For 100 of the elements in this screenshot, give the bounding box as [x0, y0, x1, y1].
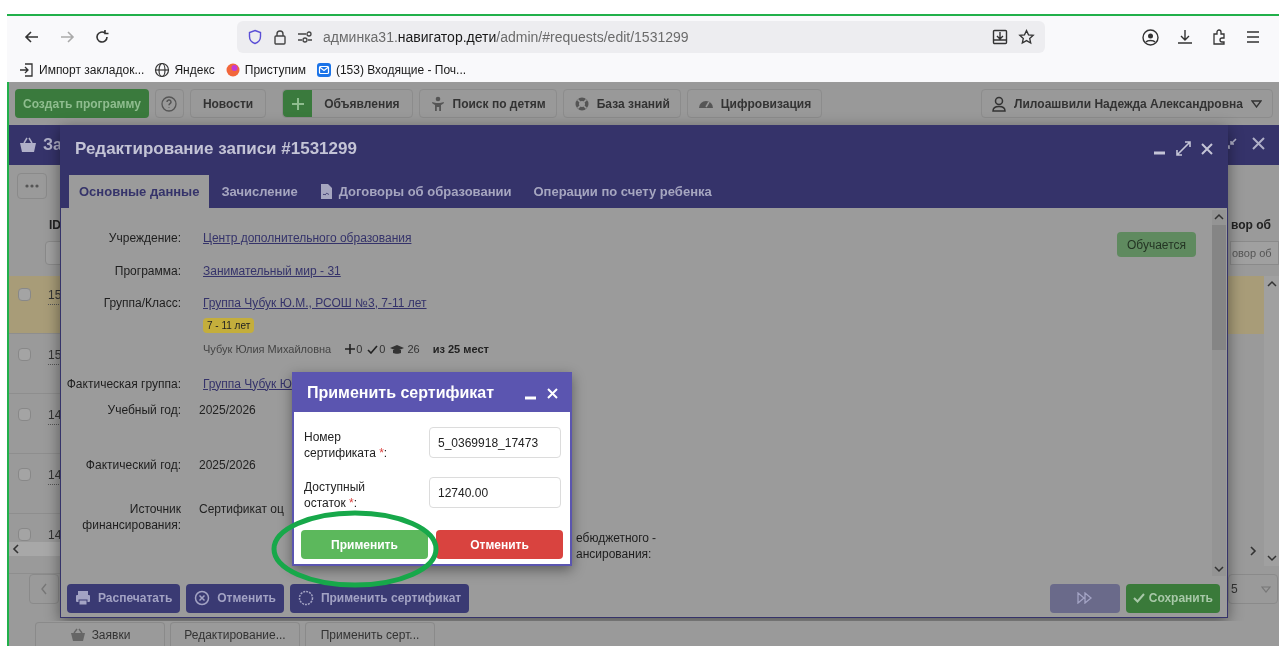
check-icon — [1132, 593, 1145, 603]
scroll-up-icon — [1214, 213, 1224, 220]
chevron-left-icon — [40, 583, 48, 595]
plus-icon — [345, 344, 356, 355]
field-label: Фактическая группа: — [65, 375, 181, 392]
row-checkbox[interactable] — [18, 528, 31, 541]
taskbar-button[interactable]: Заявки — [35, 622, 165, 646]
taskbar-button[interactable]: Применить серт... — [305, 622, 435, 646]
row-checkbox[interactable] — [18, 468, 31, 481]
scroll-down-icon — [1266, 555, 1277, 562]
dialog-title: Редактирование записи #1531299 — [75, 137, 357, 160]
bookmark-item[interactable]: Яндекс — [154, 61, 215, 79]
basket-icon — [19, 137, 37, 153]
column-header: ID — [49, 217, 61, 234]
graduation-cap-icon — [390, 344, 405, 355]
globe-icon — [154, 62, 171, 78]
field-label: Учреждение: — [107, 230, 181, 246]
toolbar-button[interactable]: База знаний — [562, 89, 681, 118]
caret-icon — [1261, 585, 1271, 593]
envelope-icon — [315, 62, 332, 78]
user-icon — [992, 95, 1007, 112]
scroll-up-icon — [1266, 280, 1277, 287]
help-button[interactable] — [154, 89, 184, 118]
cancel-icon — [194, 590, 211, 606]
field-label: Программа: — [113, 263, 181, 279]
tab[interactable]: Договоры об образовании — [309, 175, 522, 208]
basket-icon — [69, 627, 86, 642]
vertical-scrollbar[interactable] — [1264, 276, 1279, 566]
close-icon[interactable] — [1252, 137, 1265, 150]
added-count: 0 — [356, 342, 363, 357]
row-checkbox[interactable] — [18, 348, 31, 361]
taskbar-button[interactable]: Редактирование... — [170, 622, 300, 646]
shield-icon — [247, 29, 263, 45]
field-label: Источник финансирования: — [81, 500, 181, 533]
input-field[interactable]: 12740.00 — [429, 477, 561, 508]
address-bar[interactable]: админка31.навигатор.дети/admin/#requests/edit/1531299 — [237, 21, 1045, 53]
save-button[interactable]: Сохранить — [1125, 583, 1220, 613]
bookmark-item[interactable]: Приступим — [224, 61, 306, 79]
field-link[interactable]: Центр дополнительного образования — [203, 230, 412, 246]
field-link[interactable]: Группа Чубук Ю — [203, 375, 292, 392]
vertical-scrollbar[interactable] — [1212, 210, 1226, 576]
lifebuoy-icon — [573, 95, 590, 112]
dialog-title: Применить сертификат — [307, 383, 495, 403]
scroll-right-icon — [1249, 546, 1257, 556]
toolbar-button[interactable]: Объявления — [282, 89, 413, 118]
column-header: вор об — [1231, 217, 1271, 234]
field-label: Группа/Класс: — [102, 295, 181, 311]
field-link[interactable]: Занимательный мир - 31 — [203, 263, 341, 279]
maximize-icon[interactable] — [1176, 141, 1191, 156]
teacher-name: Чубук Юлия Михайловна — [203, 342, 332, 357]
tab[interactable]: Зачисление — [211, 175, 308, 208]
create-program-button[interactable]: Создать программу — [15, 89, 149, 118]
account-icon[interactable] — [1142, 28, 1159, 46]
printer-icon — [75, 590, 91, 606]
bookmark-item[interactable]: Импорт закладок... — [19, 61, 145, 79]
reload-icon[interactable] — [94, 29, 110, 45]
more-icon — [25, 184, 39, 188]
confirmed-count: 0 — [379, 342, 386, 357]
address-text[interactable]: админка31.навигатор.дети/admin/#requests/edit/1531299 — [323, 26, 689, 48]
caret-icon — [1251, 99, 1262, 108]
filter-field[interactable]: овор об — [1230, 241, 1279, 265]
field-value: 2025/2026 — [199, 456, 256, 473]
footer-button[interactable]: Применить сертификат — [289, 583, 470, 613]
extensions-icon[interactable] — [1211, 29, 1227, 45]
toolbar-button[interactable]: Цифровизация — [686, 89, 823, 118]
cancel-button[interactable]: Отменить — [436, 530, 563, 559]
download-icon[interactable] — [1177, 29, 1193, 45]
lock-icon — [273, 29, 287, 45]
close-icon[interactable] — [1201, 142, 1213, 155]
bookmark-item[interactable]: (153) Входящие - Поч... — [315, 61, 467, 79]
import-icon — [19, 62, 35, 78]
plus-icon — [291, 97, 304, 110]
toolbar-button[interactable]: Поиск по детям — [418, 89, 557, 118]
field-label: Номер сертификата *: — [304, 429, 389, 461]
footer-button[interactable]: Распечатать — [67, 583, 181, 613]
input-field[interactable]: 5_0369918_17473 — [429, 427, 561, 458]
tab[interactable]: Основные данные — [69, 175, 210, 208]
field-value: - — [652, 530, 656, 546]
apply-button[interactable]: Применить — [301, 530, 428, 559]
field-value: Сертификат оц — [199, 500, 284, 517]
row-checkbox[interactable] — [18, 408, 31, 421]
field-link[interactable]: Группа Чубук Ю.М., РСОШ №3, 7-11 лет — [203, 295, 489, 311]
settings-sliders-icon — [297, 31, 313, 43]
person-icon — [429, 95, 446, 112]
help-icon — [161, 95, 178, 112]
age-badge: 7 - 11 лет — [203, 318, 255, 333]
row-checkbox[interactable] — [18, 288, 31, 301]
toolbar-button[interactable]: Новости — [189, 89, 267, 118]
back-icon[interactable] — [24, 29, 40, 45]
bookmark-star-icon[interactable] — [1018, 29, 1035, 45]
capacity-text: из 25 мест — [432, 342, 489, 357]
field-label: Фактический год: — [84, 456, 181, 473]
page-save-icon[interactable] — [992, 29, 1008, 45]
fast-forward-icon — [1076, 592, 1093, 604]
students-count: 26 — [407, 342, 420, 357]
menu-icon[interactable] — [1245, 30, 1261, 44]
user-menu-button[interactable]: Лилоашвили Надежда Александровна — [981, 89, 1273, 118]
footer-button[interactable]: Отменить — [186, 583, 284, 613]
scroll-down-icon — [1214, 566, 1224, 573]
tab[interactable]: Операции по счету ребенка — [523, 175, 722, 208]
